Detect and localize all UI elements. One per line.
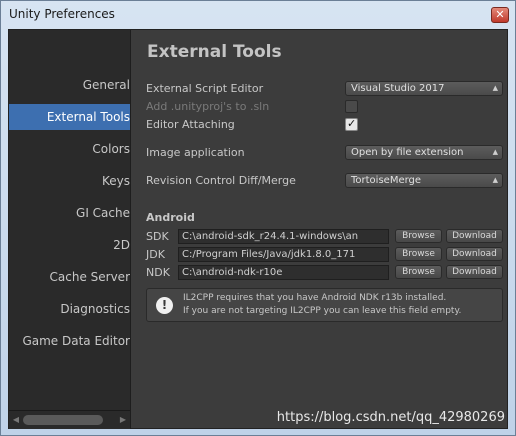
ndk-browse-button[interactable]: Browse	[395, 265, 442, 279]
sidebar-item-label: Diagnostics	[60, 302, 130, 316]
jdk-download-button[interactable]: Download	[446, 247, 503, 261]
sidebar-item-label: Cache Server	[49, 270, 130, 284]
sidebar: General External Tools Colors Keys GI Ca…	[9, 30, 130, 429]
sidebar-item-game-data-editor[interactable]: Game Data Editor	[9, 328, 130, 354]
ndk-path-field[interactable]: C:\android-ndk-r10e	[178, 265, 389, 280]
info-icon: !	[156, 297, 173, 314]
external-script-editor-label: External Script Editor	[146, 82, 264, 95]
sidebar-item-label: GI Cache	[76, 206, 130, 220]
add-unityproj-label: Add .unityproj's to .sln	[146, 100, 270, 113]
ndk-download-button[interactable]: Download	[446, 265, 503, 279]
info-line-2: If you are not targeting IL2CPP you can …	[183, 306, 462, 316]
editor-attaching-label: Editor Attaching	[146, 118, 235, 131]
revision-control-dropdown[interactable]: TortoiseMerge ▲	[345, 173, 503, 188]
window-client: General External Tools Colors Keys GI Ca…	[8, 29, 508, 429]
sidebar-horizontal-scrollbar[interactable]: ◀ ▶	[9, 410, 130, 428]
revision-control-label: Revision Control Diff/Merge	[146, 174, 296, 187]
dropdown-arrow-icon: ▲	[492, 148, 498, 156]
close-button[interactable]: ✕	[491, 7, 509, 23]
scrollbar-thumb[interactable]	[23, 415, 103, 425]
watermark: https://blog.csdn.net/qq_42980269	[276, 410, 505, 425]
sidebar-item-label: Game Data Editor	[22, 334, 130, 348]
sidebar-item-colors[interactable]: Colors	[9, 136, 130, 162]
sidebar-item-diagnostics[interactable]: Diagnostics	[9, 296, 130, 322]
jdk-browse-button[interactable]: Browse	[395, 247, 442, 261]
ndk-label: NDK	[146, 266, 170, 279]
dropdown-value: TortoiseMerge	[351, 175, 422, 186]
sdk-browse-button[interactable]: Browse	[395, 229, 442, 243]
scroll-left-icon[interactable]: ◀	[11, 414, 21, 426]
window-title: Unity Preferences	[9, 7, 115, 21]
jdk-path-field[interactable]: C:/Program Files/Java/jdk1.8.0_171	[178, 247, 389, 262]
dropdown-arrow-icon: ▲	[492, 176, 498, 184]
dropdown-value: Open by file extension	[351, 147, 464, 158]
sdk-download-button[interactable]: Download	[446, 229, 503, 243]
sidebar-item-label: External Tools	[46, 110, 130, 124]
external-tools-panel: External Tools External Script Editor Vi…	[131, 30, 507, 429]
info-line-1: IL2CPP requires that you have Android ND…	[183, 293, 447, 303]
sidebar-item-label: General	[82, 78, 130, 92]
editor-attaching-checkbox[interactable]	[345, 117, 358, 131]
image-application-label: Image application	[146, 146, 245, 159]
sdk-path-field[interactable]: C:\android-sdk_r24.4.1-windows\an	[178, 229, 389, 244]
sdk-label: SDK	[146, 230, 169, 243]
sidebar-item-cache-server[interactable]: Cache Server	[9, 264, 130, 290]
sidebar-item-label: Keys	[101, 174, 130, 188]
title-bar[interactable]: Unity Preferences ✕	[1, 1, 515, 29]
sidebar-item-label: Colors	[92, 142, 130, 156]
sidebar-item-label: 2D	[113, 238, 130, 252]
android-section-heading: Android	[146, 211, 195, 224]
sidebar-item-general[interactable]: General	[9, 72, 130, 98]
sidebar-item-external-tools[interactable]: External Tools	[9, 104, 130, 130]
dropdown-arrow-icon: ▲	[492, 84, 498, 92]
page-title: External Tools	[147, 42, 282, 62]
image-application-dropdown[interactable]: Open by file extension ▲	[345, 145, 503, 160]
add-unityproj-checkbox[interactable]	[345, 100, 358, 113]
scroll-right-icon[interactable]: ▶	[118, 414, 128, 426]
preferences-window: Unity Preferences ✕ General External Too…	[0, 0, 516, 436]
sidebar-item-keys[interactable]: Keys	[9, 168, 130, 194]
jdk-label: JDK	[146, 248, 165, 261]
il2cpp-info-box: ! IL2CPP requires that you have Android …	[146, 288, 503, 322]
dropdown-value: Visual Studio 2017	[351, 83, 445, 94]
external-script-editor-dropdown[interactable]: Visual Studio 2017 ▲	[345, 81, 503, 96]
sidebar-item-gi-cache[interactable]: GI Cache	[9, 200, 130, 226]
sidebar-item-2d[interactable]: 2D	[9, 232, 130, 258]
